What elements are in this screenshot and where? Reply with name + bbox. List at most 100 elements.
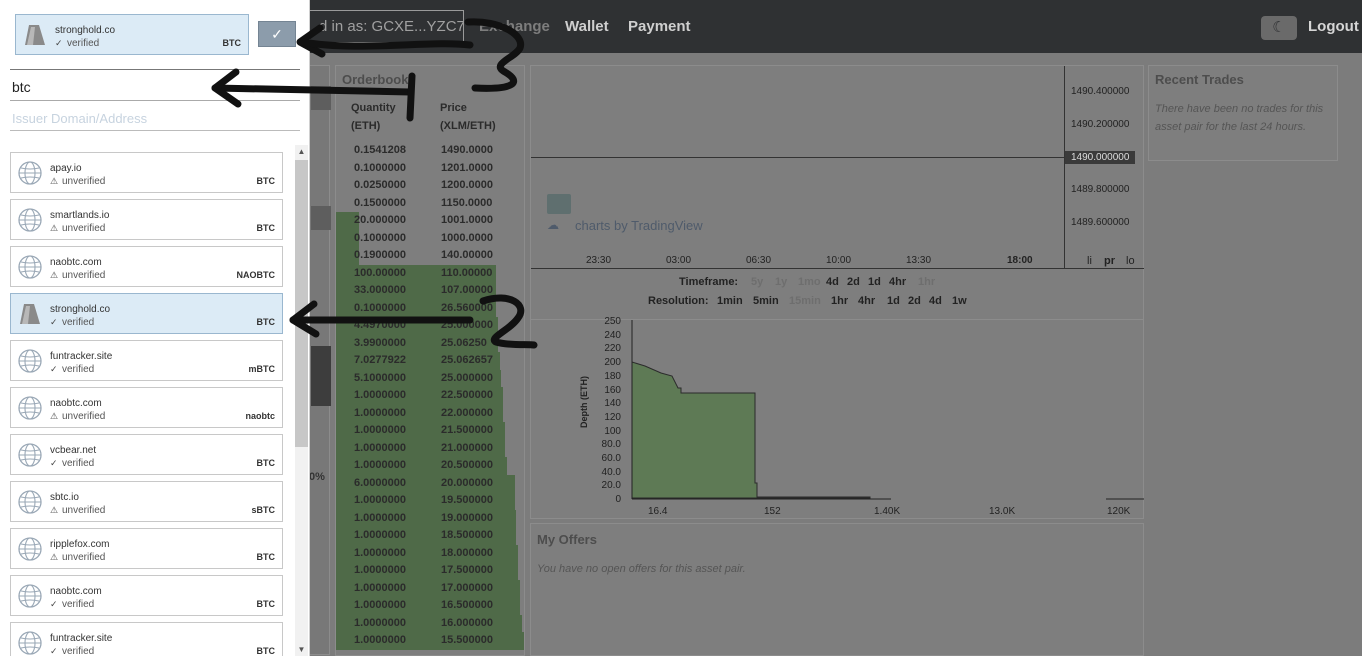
trade-form-control[interactable] [311,206,331,230]
asset-status: ⚠ unverified [50,270,105,281]
orderbook-row[interactable]: 1.0000000 16.000000 [336,615,516,633]
orderbook-price: 18.000000 [441,546,493,559]
orderbook-row[interactable]: 1.0000000 19.000000 [336,510,516,528]
check-icon: ✓ [50,599,58,609]
price-tick: 1490.200000 [1071,119,1130,130]
issuer-input[interactable] [12,108,292,128]
trade-form-control[interactable] [311,86,331,110]
asset-result-item[interactable]: naobtc.com ⚠ unverified NAOBTC [10,246,283,287]
scroll-down-icon[interactable]: ▼ [295,643,308,656]
orderbook-row[interactable]: 1.0000000 18.000000 [336,545,516,563]
asset-result-item[interactable]: ripplefox.com ⚠ unverified BTC [10,528,283,569]
orderbook-row[interactable]: 0.1541208 1490.0000 [336,142,516,160]
orderbook-row[interactable]: 0.0250000 1200.0000 [336,177,516,195]
orderbook-row[interactable]: 6.0000000 20.000000 [336,475,516,493]
asset-code: BTC [256,458,276,468]
orderbook-price: 20.000000 [441,476,493,489]
depth-area [631,361,871,499]
orderbook-row[interactable]: 1.0000000 15.500000 [336,632,516,650]
asset-result-item[interactable]: vcbear.net ✓ verified BTC [10,434,283,475]
scale-log-button[interactable]: lo [1126,255,1135,267]
nav-exchange[interactable]: Exchange [479,18,550,35]
nav-wallet[interactable]: Wallet [565,18,609,35]
asset-result-item[interactable]: sbtc.io ⚠ unverified sBTC [10,481,283,522]
resolution-option[interactable]: 4d [929,295,942,307]
orderbook-row[interactable]: 1.0000000 17.000000 [336,580,516,598]
results-scrollbar[interactable]: ▲ ▼ [295,145,308,656]
resolution-option[interactable]: 2d [908,295,921,307]
asset-status: ✓ verified [50,599,94,610]
asset-result-item[interactable]: funtracker.site ✓ verified BTC [10,622,283,656]
orderbook-quantity: 0.0250000 [354,179,406,191]
check-icon: ✓ [50,646,58,656]
nav-payment[interactable]: Payment [628,18,691,35]
orderbook-row[interactable]: 1.0000000 16.500000 [336,597,516,615]
orderbook-row[interactable]: 1.0000000 22.000000 [336,405,516,423]
asset-code-input[interactable] [12,76,292,98]
time-axis-line [531,268,1144,269]
trade-form-control[interactable] [311,346,331,406]
orderbook-row[interactable]: 1.0000000 21.000000 [336,440,516,458]
depth-x-tick: 120K [1107,506,1131,517]
asset-result-item[interactable]: naobtc.com ⚠ unverified naobtc [10,387,283,428]
orderbook-price: 16.000000 [441,616,493,629]
asset-status-text: unverified [62,223,106,234]
orderbook-row[interactable]: 0.1900000 140.00000 [336,247,516,265]
asset-result-item[interactable]: smartlands.io ⚠ unverified BTC [10,199,283,240]
orderbook-row[interactable]: 0.1000000 1000.0000 [336,230,516,248]
asset-code: BTC [256,646,276,656]
timeframe-option[interactable]: 1y [775,276,787,288]
timeframe-option[interactable]: 1d [868,276,881,288]
orderbook-row[interactable]: 1.0000000 21.500000 [336,422,516,440]
orderbook-row[interactable]: 1.0000000 20.500000 [336,457,516,475]
resolution-option[interactable]: 1min [717,295,743,307]
orderbook-row[interactable]: 1.0000000 19.500000 [336,492,516,510]
recent-trades-title: Recent Trades [1155,72,1244,87]
resolution-option[interactable]: 1w [952,295,967,307]
time-tick: 13:30 [906,255,932,266]
orderbook-row[interactable]: 1.0000000 18.500000 [336,527,516,545]
scale-percent-button[interactable]: pr [1104,255,1115,267]
orderbook-row[interactable]: 7.0277922 25.062657 [336,352,516,370]
selected-asset-card[interactable]: stronghold.co ✓ verified BTC [15,14,249,55]
timeframe-option[interactable]: 4d [826,276,839,288]
asset-result-item[interactable]: apay.io ⚠ unverified BTC [10,152,283,193]
timeframe-option[interactable]: 5y [751,276,763,288]
timeframe-option[interactable]: 2d [847,276,860,288]
logout-button[interactable]: Logout [1308,18,1359,35]
dark-mode-toggle[interactable]: ☾ [1261,16,1297,40]
asset-code: naobtc [245,411,275,421]
logged-in-account-box[interactable]: d in as: GCXE...YZC7 [300,10,464,43]
timeframe-option[interactable]: 1hr [918,276,935,288]
scroll-thumb[interactable] [295,160,308,447]
orderbook-price: 25.062657 [441,354,493,366]
scroll-up-icon[interactable]: ▲ [295,145,308,158]
orderbook-row[interactable]: 5.1000000 25.000000 [336,370,516,388]
globe-icon [18,349,42,373]
orderbook-row[interactable]: 20.000000 1001.0000 [336,212,516,230]
orderbook-quantity: 1.0000000 [354,406,406,419]
resolution-option[interactable]: 15min [789,295,821,307]
resolution-option[interactable]: 1d [887,295,900,307]
resolution-option[interactable]: 4hr [858,295,875,307]
orderbook-row[interactable]: 0.1500000 1150.0000 [336,195,516,213]
orderbook-row[interactable]: 1.0000000 22.500000 [336,387,516,405]
confirm-asset-button[interactable]: ✓ [258,21,296,47]
scale-linear-button[interactable]: li [1087,255,1092,267]
asset-result-item[interactable]: stronghold.co ✓ verified BTC [10,293,283,334]
chart-toggle-icon[interactable] [547,194,571,214]
orderbook-row[interactable]: 100.00000 110.00000 [336,265,516,283]
orderbook-row[interactable]: 3.9900000 25.06250 [336,335,516,353]
asset-result-item[interactable]: funtracker.site ✓ verified mBTC [10,340,283,381]
orderbook-row[interactable]: 1.0000000 17.500000 [336,562,516,580]
resolution-option[interactable]: 1hr [831,295,848,307]
resolution-option[interactable]: 5min [753,295,779,307]
timeframe-option[interactable]: 1mo [798,276,821,288]
orderbook-row[interactable]: 33.000000 107.00000 [336,282,516,300]
orderbook-row[interactable]: 0.1000000 1201.0000 [336,160,516,178]
orderbook-row[interactable]: 0.1000000 26.560000 [336,300,516,318]
orderbook-quantity: 33.000000 [354,284,406,296]
orderbook-row[interactable]: 4.4970000 25.000000 [336,317,516,335]
timeframe-option[interactable]: 4hr [889,276,906,288]
asset-result-item[interactable]: naobtc.com ✓ verified BTC [10,575,283,616]
